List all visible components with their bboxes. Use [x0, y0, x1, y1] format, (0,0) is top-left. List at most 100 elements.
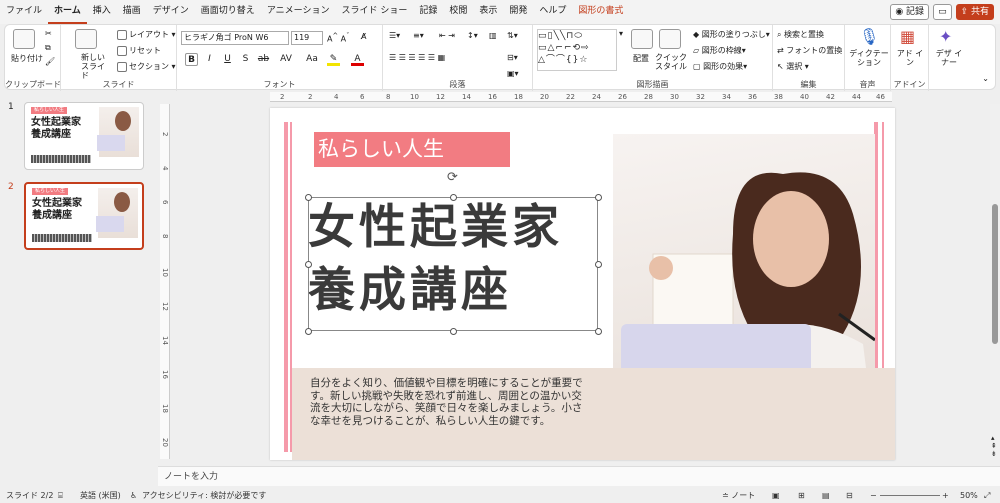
sorter-view-icon[interactable]: ⊞ — [798, 488, 805, 503]
designer-button[interactable]: デザ イナー — [933, 49, 965, 67]
char-spacing-button[interactable]: AV — [275, 53, 297, 66]
resize-handle[interactable] — [595, 328, 602, 335]
shape-effects-button[interactable]: ▢ 図形の効果▾ — [693, 61, 747, 72]
tab-help[interactable]: ヘルプ — [533, 0, 572, 24]
addins-icon[interactable]: ▦ — [900, 27, 915, 46]
tab-file[interactable]: ファイル — [0, 0, 48, 24]
strikethrough-icon[interactable]: ab — [257, 53, 270, 66]
slideshow-view-icon[interactable]: ⊟ — [846, 488, 853, 503]
resize-handle[interactable] — [305, 328, 312, 335]
find-button[interactable]: ⌕ 検索と置換 — [777, 29, 824, 40]
paste-icon[interactable] — [13, 29, 35, 49]
clear-format-icon[interactable]: A̸ — [361, 32, 366, 41]
normal-view-icon[interactable]: ▣ — [772, 488, 780, 503]
slide-thumbnail-2[interactable]: 私らしい人生 女性起業家 養成講座 — [24, 182, 144, 250]
copy-icon[interactable]: ⧉ — [45, 43, 51, 53]
tab-insert[interactable]: 挿入 — [87, 0, 117, 24]
italic-button[interactable]: I — [203, 53, 216, 66]
spellcheck-icon[interactable]: ⌸ — [58, 488, 63, 503]
record-button[interactable]: ◉ 記録 — [890, 4, 930, 20]
change-case-button[interactable]: Aa — [301, 53, 323, 66]
accessibility-status[interactable]: アクセシビリティ: 検討が必要です — [142, 488, 266, 503]
zoom-slider[interactable] — [880, 495, 940, 496]
comment-button[interactable]: ▭ — [933, 4, 952, 20]
font-grow-icon[interactable]: A^ Aˇ — [327, 32, 349, 44]
tab-home[interactable]: ホーム — [48, 0, 87, 24]
slide-tag-label[interactable]: 私らしい人生 — [314, 132, 510, 167]
horizontal-ruler[interactable]: 2 2 4 6 8 10 12 14 16 18 20 22 24 26 28 … — [270, 92, 892, 102]
fit-to-window-icon[interactable]: ⤢ — [984, 488, 990, 503]
body-text[interactable]: 自分をよく知り、価値観や目標を明確にすることが重要です。新しい挑戦や失敗を恐れず… — [310, 377, 592, 427]
rotate-handle-icon[interactable]: ⟳ — [447, 170, 458, 185]
vertical-scrollbar[interactable]: ▴ ⇞ ⇟ — [990, 104, 1000, 460]
text-direction-icon[interactable]: ⇅▾ — [507, 31, 518, 40]
align-icons[interactable]: ☰ ☰ ☰ ☰ ☰ ▦ — [389, 53, 445, 62]
underline-button[interactable]: U — [221, 53, 234, 66]
dictate-button[interactable]: ディクテー ション — [849, 49, 889, 67]
arrange-button[interactable]: 配置 — [633, 53, 649, 64]
resize-handle[interactable] — [450, 194, 457, 201]
indent-icons[interactable]: ⇤ ⇥ — [439, 31, 455, 40]
shapes-gallery[interactable]: ▭▯╲╲⊓⬭ ▭△⌐⌐⟲⇨ △⌒⌒{}☆ — [537, 29, 617, 71]
format-painter-icon[interactable]: 🖌 — [45, 57, 55, 66]
tab-design[interactable]: デザイン — [147, 0, 195, 24]
tab-review[interactable]: 校閲 — [443, 0, 473, 24]
collapse-ribbon-icon[interactable]: ⌄ — [982, 74, 989, 83]
smartart-icon[interactable]: ▣▾ — [507, 69, 519, 78]
shape-outline-button[interactable]: ▱ 図形の枠線▾ — [693, 45, 746, 56]
shadow-button[interactable]: S — [239, 53, 252, 66]
bold-button[interactable]: B — [185, 53, 198, 66]
slide-thumbnail-1[interactable]: 私らしい人生 女性起業家 養成講座 — [24, 102, 144, 170]
reading-view-icon[interactable]: ▤ — [822, 488, 830, 503]
resize-handle[interactable] — [595, 261, 602, 268]
quick-style-button[interactable]: クイック スタイル — [655, 53, 687, 71]
scrollbar-thumb[interactable] — [992, 204, 998, 344]
quick-style-icon[interactable] — [659, 29, 681, 49]
replace-font-button[interactable]: ⇄ フォントの置換 — [777, 45, 842, 56]
language-status[interactable]: 英語 (米国) — [80, 488, 121, 503]
section-button[interactable]: セクション ▾ — [117, 61, 176, 72]
scroll-arrows-icon[interactable]: ▴ ⇞ ⇟ — [991, 434, 997, 458]
highlight-icon[interactable]: ✎ — [327, 53, 340, 66]
notes-pane[interactable]: ノートを入力 — [158, 466, 1000, 486]
select-button[interactable]: ↖ 選択 ▾ — [777, 61, 809, 72]
bullets-icon[interactable]: ☰▾ — [389, 31, 400, 40]
zoom-out-icon[interactable]: − — [870, 488, 877, 503]
align-text-icon[interactable]: ⊟▾ — [507, 53, 518, 62]
font-size-select[interactable]: 119 — [291, 31, 323, 45]
arrange-icon[interactable] — [631, 29, 653, 49]
tab-record[interactable]: 記録 — [413, 0, 443, 24]
tab-animations[interactable]: アニメーション — [261, 0, 336, 24]
resize-handle[interactable] — [305, 261, 312, 268]
font-name-select[interactable]: ヒラギノ角ゴ ProN W6 — [181, 31, 289, 45]
resize-handle[interactable] — [305, 194, 312, 201]
columns-icon[interactable]: ▥ — [489, 31, 497, 40]
tab-shape-format[interactable]: 図形の書式 — [572, 0, 629, 24]
line-spacing-icon[interactable]: ↕▾ — [467, 31, 478, 40]
resize-handle[interactable] — [595, 194, 602, 201]
addins-button[interactable]: アド イン — [895, 49, 925, 67]
paste-button[interactable]: 貼り付け — [11, 53, 43, 64]
slide-canvas[interactable]: 自分をよく知り、価値観や目標を明確にすることが重要です。新しい挑戦や失敗を恐れず… — [270, 108, 895, 460]
vertical-ruler[interactable]: 2 4 6 8 10 12 14 16 18 20 — [160, 104, 170, 459]
tab-developer[interactable]: 開発 — [503, 0, 533, 24]
share-button[interactable]: ⇪ 共有 — [955, 4, 994, 20]
layout-button[interactable]: レイアウト ▾ — [117, 29, 176, 40]
font-color-icon[interactable]: A — [351, 53, 364, 66]
shape-fill-button[interactable]: ◆ 図形の塗りつぶし▾ — [693, 29, 770, 40]
microphone-icon[interactable]: 🎙 — [859, 27, 879, 46]
tab-slideshow[interactable]: スライド ショー — [335, 0, 413, 24]
tab-view[interactable]: 表示 — [473, 0, 503, 24]
new-slide-button[interactable]: 新しい スライド — [81, 53, 111, 80]
tab-draw[interactable]: 描画 — [117, 0, 147, 24]
resize-handle[interactable] — [450, 328, 457, 335]
designer-icon[interactable]: ✦ — [939, 27, 952, 46]
numbering-icon[interactable]: ≡▾ — [413, 31, 424, 40]
reset-button[interactable]: リセット — [117, 45, 161, 56]
cut-icon[interactable]: ✂ — [45, 29, 52, 38]
tab-transitions[interactable]: 画面切り替え — [195, 0, 261, 24]
new-slide-icon[interactable] — [75, 29, 97, 49]
zoom-level[interactable]: 50% — [960, 488, 978, 503]
shapes-more-icon[interactable]: ▾ — [619, 29, 623, 38]
zoom-in-icon[interactable]: + — [942, 488, 949, 503]
